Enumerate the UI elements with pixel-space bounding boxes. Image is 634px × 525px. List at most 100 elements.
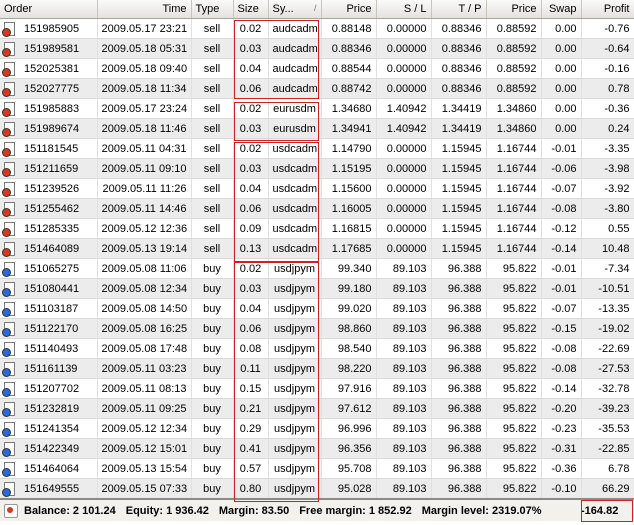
cell-sl: 89.103 <box>376 298 432 319</box>
order-cell: 151239526 <box>0 178 98 199</box>
order-row[interactable]: 151080441 2009.05.08 12:34 buy 0.03 usdjpym 9… <box>0 278 634 299</box>
cell-symbol: usdjpym <box>268 278 322 299</box>
cell-profit: 0.55 <box>581 218 634 239</box>
cell-size: 0.02 <box>233 98 269 119</box>
sell-order-icon <box>2 121 15 137</box>
cell-symbol: usdjpym <box>268 298 322 319</box>
cell-time: 2009.05.11 09:25 <box>97 398 192 419</box>
cell-symbol: usdcadm <box>268 238 322 259</box>
cell-time: 2009.05.08 12:34 <box>97 278 192 299</box>
cell-time: 2009.05.15 07:33 <box>97 478 192 500</box>
order-row[interactable]: 151211659 2009.05.11 09:10 sell 0.03 usdcadm… <box>0 158 634 179</box>
cell-tp: 96.388 <box>431 398 487 419</box>
order-row[interactable]: 151422349 2009.05.12 15:01 buy 0.41 usdjpym 9… <box>0 438 634 459</box>
column-header-size[interactable]: Size <box>233 0 269 19</box>
cell-swap: -0.01 <box>541 258 582 279</box>
cell-tp: 96.388 <box>431 418 487 439</box>
cell-size: 0.02 <box>233 138 269 159</box>
order-row[interactable]: 151103187 2009.05.08 14:50 buy 0.04 usdjpym 9… <box>0 298 634 319</box>
cell-tp: 96.388 <box>431 338 487 359</box>
order-row[interactable]: 151239526 2009.05.11 11:26 sell 0.04 usdcadm… <box>0 178 634 199</box>
column-header-profit[interactable]: Profit <box>581 0 634 19</box>
cell-size: 0.57 <box>233 458 269 479</box>
column-header-tp[interactable]: T / P <box>431 0 487 19</box>
cell-sl: 89.103 <box>376 258 432 279</box>
order-row[interactable]: 151989674 2009.05.18 11:46 sell 0.03 eurusdm… <box>0 118 634 139</box>
cell-price: 96.996 <box>321 418 377 439</box>
cell-price2: 1.34860 <box>486 118 542 139</box>
account-status-icon <box>4 503 18 518</box>
order-cell: 151103187 <box>0 298 98 319</box>
column-header-price[interactable]: Price <box>321 0 377 19</box>
order-row[interactable]: 151255462 2009.05.11 14:46 sell 0.06 usdcadm… <box>0 198 634 219</box>
column-header-sl[interactable]: S / L <box>376 0 432 19</box>
order-number: 151464064 <box>24 462 80 475</box>
cell-size: 0.03 <box>233 38 269 59</box>
order-row[interactable]: 151207702 2009.05.11 08:13 buy 0.15 usdjpym 9… <box>0 378 634 399</box>
equity-label: Equity: 1 936.42 <box>125 504 209 517</box>
header-row: Order Time Type Size Sy... / Price S / L… <box>0 0 634 19</box>
cell-price: 1.15195 <box>321 158 377 179</box>
order-row[interactable]: 151161139 2009.05.11 03:23 buy 0.11 usdjpym 9… <box>0 358 634 379</box>
cell-type: sell <box>191 138 234 159</box>
order-row[interactable]: 151989581 2009.05.18 05:31 sell 0.03 audcadm… <box>0 38 634 59</box>
order-cell: 152027775 <box>0 78 98 99</box>
cell-size: 0.06 <box>233 198 269 219</box>
cell-swap: -0.15 <box>541 318 582 339</box>
cell-type: buy <box>191 478 234 500</box>
order-row[interactable]: 151065275 2009.05.08 11:06 buy 0.02 usdjpym 9… <box>0 258 634 279</box>
order-row[interactable]: 151140493 2009.05.08 17:48 buy 0.08 usdjpym 9… <box>0 338 634 359</box>
cell-type: buy <box>191 438 234 459</box>
order-number: 151239526 <box>24 182 80 195</box>
cell-sl: 89.103 <box>376 378 432 399</box>
order-number: 151065275 <box>24 262 80 275</box>
column-header-time[interactable]: Time <box>97 0 192 19</box>
cell-symbol: usdjpym <box>268 378 322 399</box>
column-header-swap[interactable]: Swap <box>541 0 582 19</box>
cell-tp: 0.88346 <box>431 58 487 79</box>
cell-time: 2009.05.18 11:34 <box>97 78 192 99</box>
sell-order-icon <box>2 41 15 57</box>
cell-price: 1.16815 <box>321 218 377 239</box>
cell-sl: 0.00000 <box>376 238 432 259</box>
order-row[interactable]: 151464064 2009.05.13 15:54 buy 0.57 usdjpym 9… <box>0 458 634 479</box>
cell-profit: 66.29 <box>581 478 634 500</box>
order-row[interactable]: 151232819 2009.05.11 09:25 buy 0.21 usdjpym 9… <box>0 398 634 419</box>
trade-terminal: Order Time Type Size Sy... / Price S / L… <box>0 0 634 525</box>
cell-sl: 0.00000 <box>376 58 432 79</box>
cell-size: 0.02 <box>233 258 269 279</box>
order-row[interactable]: 152027775 2009.05.18 11:34 sell 0.06 audcadm… <box>0 78 634 99</box>
cell-type: buy <box>191 418 234 439</box>
cell-price: 1.16005 <box>321 198 377 219</box>
order-row[interactable]: 151649555 2009.05.15 07:33 buy 0.80 usdjpym 9… <box>0 478 634 500</box>
cell-symbol: audcadm <box>268 38 322 59</box>
column-header-current-price[interactable]: Price <box>486 0 542 19</box>
order-row[interactable]: 151122170 2009.05.08 16:25 buy 0.06 usdjpym 9… <box>0 318 634 339</box>
cell-profit: -10.51 <box>581 278 634 299</box>
order-row[interactable]: 151181545 2009.05.11 04:31 sell 0.02 usdcadm… <box>0 138 634 159</box>
buy-order-icon <box>2 261 15 277</box>
cell-time: 2009.05.12 12:34 <box>97 418 192 439</box>
cell-tp: 96.388 <box>431 318 487 339</box>
column-header-symbol[interactable]: Sy... / <box>268 0 322 19</box>
column-header-type[interactable]: Type <box>191 0 234 19</box>
order-row[interactable]: 152025381 2009.05.18 09:40 sell 0.04 audcadm… <box>0 58 634 79</box>
order-cell: 151464089 <box>0 238 98 259</box>
order-row[interactable]: 151464089 2009.05.13 19:14 sell 0.13 usdcadm… <box>0 238 634 259</box>
order-row[interactable]: 151241354 2009.05.12 12:34 buy 0.29 usdjpym 9… <box>0 418 634 439</box>
order-row[interactable]: 151985905 2009.05.17 23:21 sell 0.02 audcadm… <box>0 18 634 39</box>
cell-symbol: usdjpym <box>268 438 322 459</box>
cell-profit: -3.80 <box>581 198 634 219</box>
cell-size: 0.03 <box>233 118 269 139</box>
order-row[interactable]: 151985883 2009.05.17 23:24 sell 0.02 eurusdm… <box>0 98 634 119</box>
buy-order-icon <box>2 361 15 377</box>
cell-swap: 0.00 <box>541 98 582 119</box>
cell-price: 98.860 <box>321 318 377 339</box>
cell-tp: 96.388 <box>431 478 487 500</box>
order-cell: 151211659 <box>0 158 98 179</box>
buy-order-icon <box>2 321 15 337</box>
order-row[interactable]: 151285335 2009.05.12 12:36 sell 0.09 usdcadm… <box>0 218 634 239</box>
order-number: 151989581 <box>24 42 80 55</box>
column-header-order[interactable]: Order <box>0 0 98 19</box>
cell-symbol: eurusdm <box>268 98 322 119</box>
